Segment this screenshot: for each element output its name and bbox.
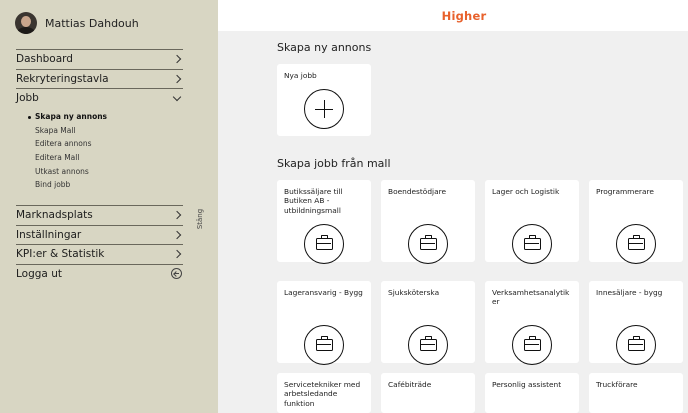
card-title: Cafébiträde	[388, 380, 432, 389]
submenu-item-utkast-annons[interactable]: Utkast annons	[28, 165, 107, 179]
nav-item-rekryteringstavla[interactable]: Rekryteringstavla	[16, 68, 183, 89]
chevron-right-icon	[172, 55, 182, 64]
brand-logo[interactable]: Higher	[420, 9, 487, 23]
chevron-right-icon	[172, 250, 182, 259]
card-title: Personlig assistent	[492, 380, 562, 389]
template-card[interactable]: Cafébiträde	[381, 373, 475, 413]
briefcase-icon	[512, 224, 552, 264]
section-title-new: Skapa ny annons	[277, 41, 372, 54]
nav-item-label: Rekryteringstavla	[16, 72, 109, 85]
section-title-templates: Skapa jobb från mall	[277, 157, 391, 170]
briefcase-icon	[512, 325, 552, 365]
nav-item-dashboard[interactable]: Dashboard	[16, 49, 183, 69]
chevron-right-icon	[172, 230, 182, 239]
nav-item-kpi[interactable]: KPI:er & Statistik	[16, 244, 183, 264]
submenu-item-skapa-ny-annons[interactable]: Skapa ny annons	[28, 110, 107, 124]
jobb-submenu: Skapa ny annons Skapa Mall Editera annon…	[28, 110, 107, 192]
logout-icon	[171, 268, 182, 280]
user-name: Mattias Dahdouh	[45, 16, 139, 30]
chevron-right-icon	[172, 211, 182, 220]
briefcase-icon	[304, 224, 344, 264]
user-profile[interactable]: Mattias Dahdouh	[15, 12, 139, 34]
card-title: Truckförare	[596, 380, 638, 389]
template-card[interactable]: Programmerare	[589, 180, 683, 264]
new-job-card[interactable]: Nya jobb	[277, 64, 371, 136]
submenu-item-skapa-mall[interactable]: Skapa Mall	[28, 124, 107, 138]
template-card[interactable]: Lageransvarig - Bygg	[277, 281, 371, 365]
nav-item-jobb[interactable]: Jobb	[16, 88, 183, 108]
chevron-right-icon	[172, 74, 182, 83]
briefcase-icon	[408, 325, 448, 365]
template-card[interactable]: Lager och Logistik	[485, 180, 579, 264]
card-title: Programmerare	[596, 187, 654, 196]
briefcase-icon	[616, 325, 656, 365]
template-card[interactable]: Truckförare	[589, 373, 683, 413]
briefcase-icon	[408, 224, 448, 264]
nav-item-label: Inställningar	[16, 228, 82, 241]
template-card[interactable]: Personlig assistent	[485, 373, 579, 413]
close-sidebar-tab[interactable]: Stäng	[194, 206, 206, 232]
card-title: Verksamhetsanalytik er	[492, 288, 570, 307]
template-card[interactable]: Innesäljare - bygg	[589, 281, 683, 365]
top-bar: Higher	[218, 0, 688, 31]
template-card[interactable]: Boendestödjare	[381, 180, 475, 264]
sidebar: Mattias Dahdouh Dashboard Rekryteringsta…	[0, 0, 218, 413]
avatar	[15, 12, 37, 34]
nav-item-label: KPI:er & Statistik	[16, 248, 105, 261]
card-title: Lageransvarig - Bygg	[284, 288, 363, 297]
card-title: Servicetekniker med arbetsledande funkti…	[284, 380, 361, 408]
submenu-item-editera-annons[interactable]: Editera annons	[28, 137, 107, 151]
template-card[interactable]: Butikssäljare till Butiken AB - utbildni…	[277, 180, 371, 264]
briefcase-icon	[616, 224, 656, 264]
chevron-down-icon	[172, 92, 182, 101]
template-card[interactable]: Verksamhetsanalytik er	[485, 281, 579, 365]
nav-item-label: Marknadsplats	[16, 209, 93, 222]
nav-item-installningar[interactable]: Inställningar	[16, 224, 183, 245]
nav-item-marknadsplats[interactable]: Marknadsplats	[16, 205, 183, 225]
submenu-item-editera-mall[interactable]: Editera Mall	[28, 151, 107, 165]
logout-label: Logga ut	[16, 267, 62, 280]
logout-button[interactable]: Logga ut	[16, 263, 183, 284]
nav-item-label: Dashboard	[16, 53, 73, 66]
briefcase-icon	[304, 325, 344, 365]
plus-icon	[304, 89, 344, 129]
card-title: Sjuksköterska	[388, 288, 440, 297]
template-card[interactable]: Servicetekniker med arbetsledande funkti…	[277, 373, 371, 413]
nav-main: Dashboard Rekryteringstavla Jobb	[16, 49, 183, 108]
submenu-item-bind-jobb[interactable]: Bind jobb	[28, 178, 107, 192]
card-title: Boendestödjare	[388, 187, 447, 196]
card-title: Lager och Logistik	[492, 187, 560, 196]
card-title: Nya jobb	[284, 71, 317, 80]
nav-item-label: Jobb	[16, 92, 39, 105]
nav-secondary: Marknadsplats Inställningar KPI:er & Sta…	[16, 205, 183, 283]
close-tab-label: Stäng	[196, 208, 205, 230]
template-card[interactable]: Sjuksköterska	[381, 281, 475, 365]
card-title: Butikssäljare till Butiken AB - utbildni…	[284, 187, 343, 215]
card-title: Innesäljare - bygg	[596, 288, 663, 297]
